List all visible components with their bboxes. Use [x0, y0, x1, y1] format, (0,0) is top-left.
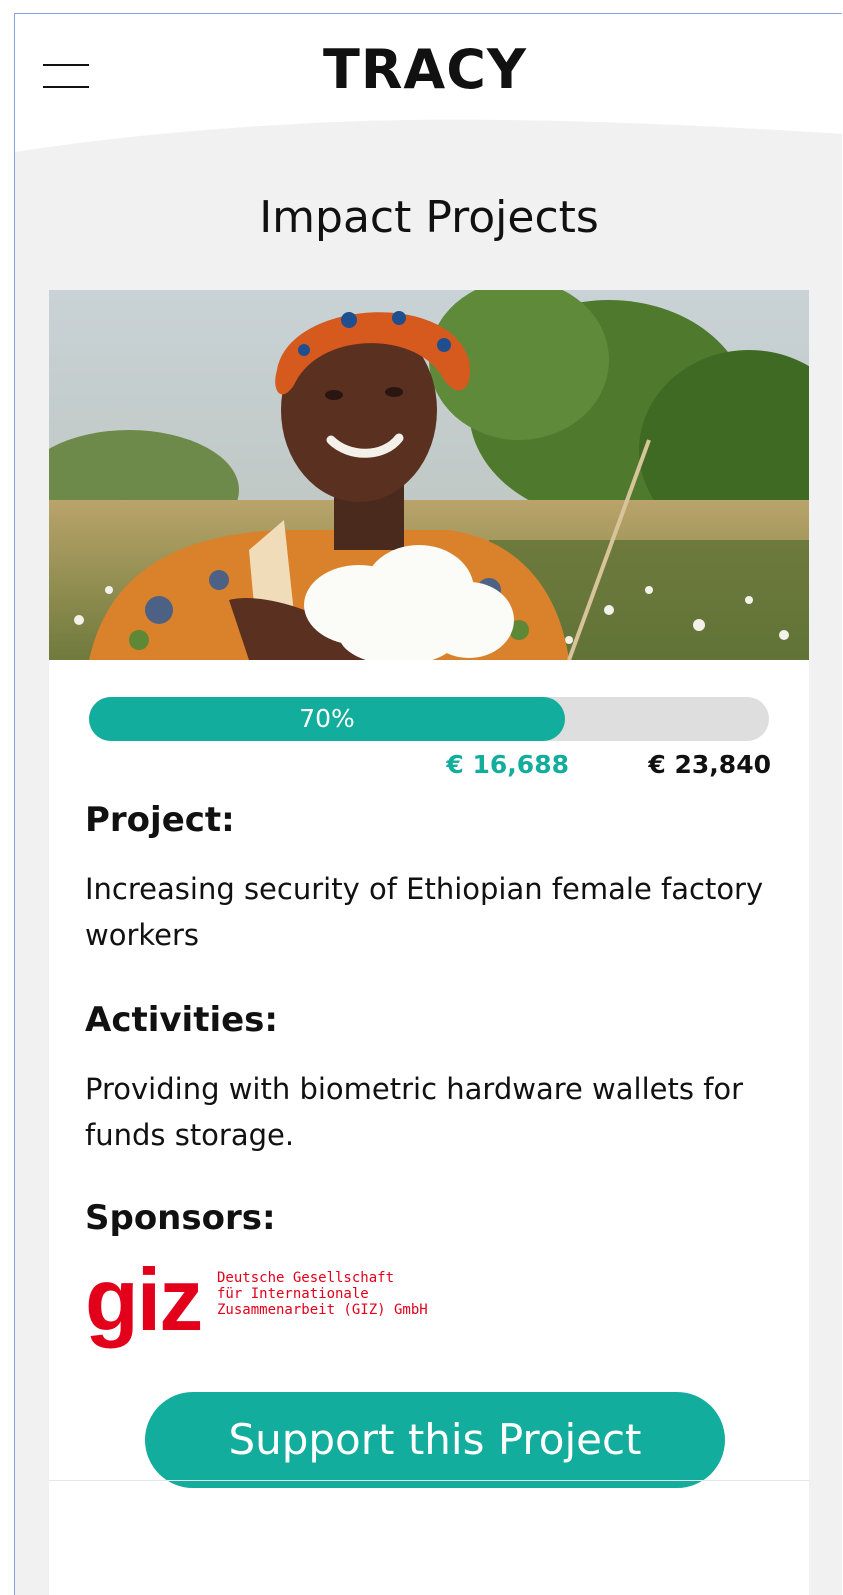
page-title: Impact Projects	[259, 192, 599, 243]
header: TRACY	[15, 14, 842, 164]
giz-logo-text: Deutsche Gesellschaft für Internationale…	[217, 1270, 428, 1318]
hamburger-menu-icon[interactable]	[43, 62, 89, 90]
project-photo	[49, 290, 809, 660]
project-card: 70% € 16,688 € 23,840 Project: Increasin…	[49, 290, 809, 1595]
funding-progress-bar: 70%	[89, 697, 769, 741]
giz-logo-line-1: Deutsche Gesellschaft	[217, 1270, 395, 1286]
activities-label: Activities:	[85, 1000, 278, 1040]
activities-description: Providing with biometric hardware wallet…	[85, 1072, 744, 1152]
sponsors-label: Sponsors:	[85, 1198, 276, 1238]
brand-logo[interactable]: TRACY	[275, 38, 575, 101]
sponsor-logo-giz[interactable]: giz Deutsche Gesellschaft für Internatio…	[85, 1252, 485, 1352]
project-label: Project:	[85, 800, 235, 840]
giz-logo-line-3: Zusammenarbeit (GIZ) GmbH	[217, 1302, 428, 1318]
project-description: Increasing security of Ethiopian female …	[85, 872, 764, 952]
giz-logo-line-2: für Internationale	[217, 1286, 369, 1302]
app-frame: TRACY Impact Projects 70% € 16,688 € 23,…	[14, 13, 842, 1595]
photo-woman-holding-cotton-icon	[49, 290, 809, 660]
divider	[49, 1480, 809, 1481]
amount-goal: € 23,840	[648, 750, 771, 779]
amount-raised: € 16,688	[446, 750, 569, 779]
support-project-button[interactable]: Support this Project	[145, 1392, 725, 1488]
giz-logo-mark: giz	[85, 1250, 203, 1349]
funding-progress-fill: 70%	[89, 697, 565, 741]
